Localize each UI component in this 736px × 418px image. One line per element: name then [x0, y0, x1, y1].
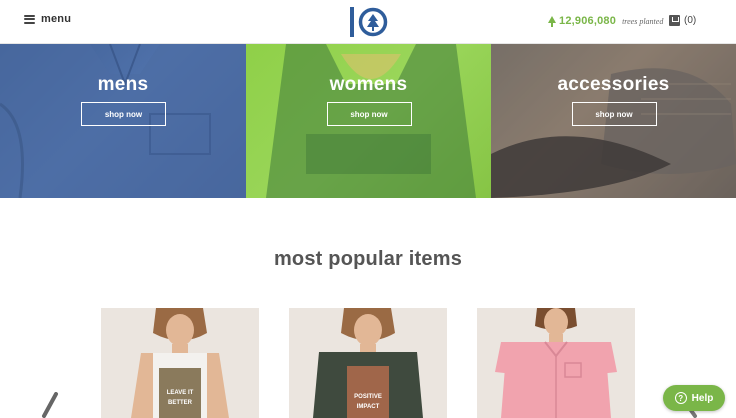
product-card-tshirt[interactable]: POSITIVE IMPACT	[289, 308, 447, 418]
help-button[interactable]: ? Help	[663, 385, 725, 411]
product-print-text-3: POSITIVE	[354, 394, 382, 400]
tank-top-product-image: LEAVE IT BETTER	[101, 308, 259, 418]
trees-count: 12,906,080	[559, 15, 617, 27]
category-banner: mens shop now womens shop now accessorie…	[0, 44, 736, 198]
tree-icon	[548, 15, 556, 27]
hamburger-icon	[24, 14, 35, 24]
section-title-most-popular: most popular items	[273, 248, 463, 270]
category-title-accessories: accessories	[557, 74, 670, 95]
category-title-womens: womens	[329, 74, 408, 95]
cart-icon	[669, 15, 680, 26]
question-icon: ?	[674, 392, 687, 404]
product-print-text-4: IMPACT	[357, 404, 380, 410]
menu-button[interactable]: menu	[24, 13, 71, 25]
category-title-mens: mens	[97, 74, 149, 95]
cart-count: (0)	[684, 15, 697, 26]
trees-planted-counter: 12,906,080 trees planted	[548, 15, 663, 27]
site-header: menu 12,906,080 trees planted (0)	[0, 0, 736, 44]
shop-now-accessories-button[interactable]: shop now	[571, 102, 657, 126]
category-accessories[interactable]: accessories shop now	[491, 44, 736, 198]
help-label: Help	[691, 392, 714, 404]
menu-label: menu	[41, 13, 72, 25]
category-mens[interactable]: mens shop now	[0, 44, 246, 198]
shop-now-womens-button[interactable]: shop now	[326, 102, 412, 126]
product-card-tank-top[interactable]: LEAVE IT BETTER	[101, 308, 259, 418]
trees-label: trees planted	[622, 16, 664, 26]
button-shirt-product-image	[477, 308, 635, 418]
cart-button[interactable]: (0)	[669, 15, 696, 26]
category-womens[interactable]: womens shop now	[246, 44, 491, 198]
product-card-button-shirt[interactable]	[477, 308, 635, 418]
product-print-text: LEAVE IT	[167, 390, 194, 396]
carousel-prev-arrow-icon[interactable]	[40, 392, 62, 418]
tshirt-product-image: POSITIVE IMPACT	[289, 308, 447, 418]
shop-now-mens-button[interactable]: shop now	[81, 102, 166, 126]
tentree-logo-icon[interactable]	[348, 6, 388, 38]
product-print-text-2: BETTER	[168, 400, 193, 406]
